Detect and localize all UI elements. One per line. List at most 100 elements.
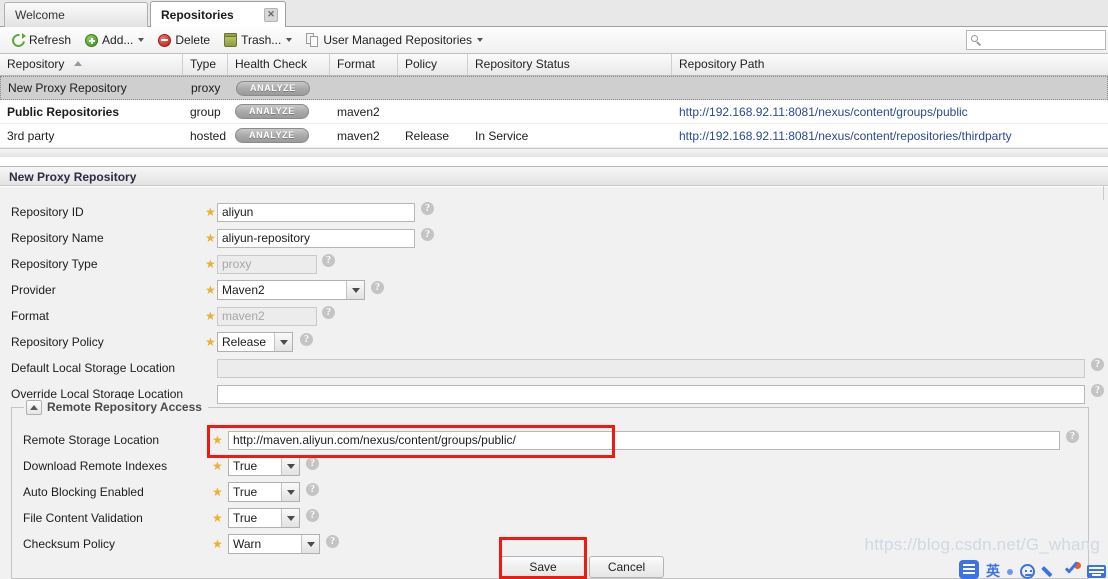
help-icon[interactable]: ? <box>306 483 319 496</box>
ime-keyboard-icon[interactable] <box>1087 565 1106 578</box>
save-button[interactable]: Save <box>500 556 586 578</box>
collapse-icon[interactable] <box>26 399 42 415</box>
delete-label: Delete <box>175 33 211 47</box>
analyze-button[interactable]: ANALYZE <box>235 104 309 119</box>
close-icon[interactable]: ✕ <box>264 8 278 22</box>
remote-storage-location-input[interactable] <box>228 430 1060 450</box>
label-remote-storage-location: Remote Storage Location <box>23 433 160 447</box>
add-button[interactable]: Add... <box>79 29 150 51</box>
auto-blocking-enabled-select[interactable]: True <box>228 482 300 502</box>
column-header-type[interactable]: Type <box>183 54 228 75</box>
row-repository-name: Repository Name ★ ? <box>0 225 1108 251</box>
override-local-storage-location-input[interactable] <box>217 384 1085 404</box>
delete-button[interactable]: Delete <box>152 29 216 51</box>
chevron-down-icon[interactable] <box>281 509 299 527</box>
remote-repository-access-legend: Remote Repository Access <box>24 399 208 415</box>
required-star-icon: ★ <box>205 282 216 297</box>
help-icon[interactable]: ? <box>306 457 319 470</box>
chevron-down-icon <box>477 38 484 42</box>
new-proxy-repository-form: Repository ID ★ ? Repository Name ★ ? Re… <box>0 187 1108 579</box>
chevron-down-icon[interactable] <box>281 457 299 475</box>
trash-button[interactable]: Trash... <box>218 29 298 51</box>
help-icon[interactable]: ? <box>421 228 434 241</box>
help-icon[interactable]: ? <box>421 202 434 215</box>
column-header-format[interactable]: Format <box>330 54 398 75</box>
repository-type-input <box>217 254 317 274</box>
cell-format <box>331 77 399 99</box>
repository-policy-select[interactable]: Release <box>217 332 293 352</box>
required-star-icon: ★ <box>205 204 216 219</box>
required-star-icon: ★ <box>212 432 223 447</box>
help-icon[interactable]: ? <box>1091 384 1104 397</box>
search-box[interactable] <box>966 30 1106 50</box>
help-icon[interactable]: ? <box>306 509 319 522</box>
help-icon[interactable]: ? <box>1066 430 1079 443</box>
column-header-policy[interactable]: Policy <box>398 54 468 75</box>
help-icon[interactable]: ? <box>1091 358 1104 371</box>
chevron-down-icon[interactable] <box>274 333 292 351</box>
column-header-repository[interactable]: Repository <box>0 54 183 75</box>
provider-select-value: Maven2 <box>222 283 265 297</box>
label-repository-name: Repository Name <box>11 231 104 245</box>
row-remote-storage-location: Remote Storage Location ★ ? <box>0 427 1108 453</box>
cell-path[interactable] <box>673 77 1103 99</box>
repository-name-input[interactable] <box>217 228 415 248</box>
help-icon[interactable]: ? <box>322 306 335 319</box>
ime-dot-icon[interactable] <box>1007 569 1013 575</box>
ime-language-icon[interactable]: 英 <box>986 563 1000 579</box>
table-row[interactable]: 3rd party hosted ANALYZE maven2 Release … <box>0 124 1108 148</box>
help-icon[interactable]: ? <box>371 281 384 294</box>
cell-path[interactable]: http://192.168.92.11:8081/nexus/content/… <box>672 124 1108 147</box>
ime-emoji-icon[interactable] <box>1020 564 1035 579</box>
ime-logo-icon[interactable] <box>959 560 979 579</box>
table-row[interactable]: Public Repositories group ANALYZE maven2… <box>0 100 1108 124</box>
cell-type: group <box>190 104 221 119</box>
chevron-down-icon[interactable] <box>301 535 319 553</box>
row-format: Format ★ ? <box>0 303 1108 329</box>
default-local-storage-location-input <box>217 358 1085 378</box>
row-repository-policy: Repository Policy ★ Release ? <box>0 329 1108 355</box>
provider-select[interactable]: Maven2 <box>217 280 365 300</box>
help-icon[interactable]: ? <box>326 535 339 548</box>
format-input <box>217 306 317 326</box>
ime-check-icon[interactable] <box>1064 562 1081 579</box>
remote-repository-access-label: Remote Repository Access <box>47 400 202 414</box>
ime-toolbar: 英 <box>959 557 1106 579</box>
column-header-repository-status[interactable]: Repository Status <box>468 54 672 75</box>
download-remote-indexes-select[interactable]: True <box>228 456 300 476</box>
tab-repositories[interactable]: Repositories ✕ <box>150 1 286 27</box>
trash-icon <box>224 33 238 47</box>
cell-path[interactable]: http://192.168.92.11:8081/nexus/content/… <box>672 100 1108 123</box>
row-repository-id: Repository ID ★ ? <box>0 199 1108 225</box>
column-header-health-check[interactable]: Health Check <box>228 54 330 75</box>
column-header-format-label: Format <box>337 57 376 71</box>
tab-welcome[interactable]: Welcome <box>4 2 148 27</box>
refresh-button[interactable]: Refresh <box>5 29 77 51</box>
required-star-icon: ★ <box>205 256 216 271</box>
analyze-button[interactable]: ANALYZE <box>236 80 310 96</box>
analyze-button[interactable]: ANALYZE <box>235 128 309 143</box>
cell-status <box>468 100 672 123</box>
table-row[interactable]: New Proxy Repository proxy ANALYZE <box>0 76 1108 100</box>
required-star-icon: ★ <box>212 536 223 551</box>
required-star-icon: ★ <box>205 308 216 323</box>
cell-format: maven2 <box>337 128 380 143</box>
checksum-policy-select[interactable]: Warn <box>228 534 320 554</box>
repository-id-input[interactable] <box>217 202 415 222</box>
chevron-down-icon[interactable] <box>346 281 364 299</box>
column-header-repository-path[interactable]: Repository Path <box>672 54 1108 75</box>
chevron-down-icon[interactable] <box>281 483 299 501</box>
column-header-repository-status-label: Repository Status <box>475 57 570 71</box>
help-icon[interactable]: ? <box>300 333 313 346</box>
auto-blocking-enabled-value: True <box>233 485 258 499</box>
search-input[interactable] <box>986 32 1096 48</box>
help-icon[interactable]: ? <box>322 254 335 267</box>
ime-notification-badge <box>1074 562 1081 569</box>
label-format: Format <box>11 309 50 323</box>
grid-footer <box>0 148 1108 157</box>
ime-handwriting-icon[interactable] <box>1042 564 1057 579</box>
cancel-button[interactable]: Cancel <box>589 556 664 578</box>
user-managed-repositories-button[interactable]: User Managed Repositories <box>300 29 489 51</box>
required-star-icon: ★ <box>212 484 223 499</box>
file-content-validation-select[interactable]: True <box>228 508 300 528</box>
